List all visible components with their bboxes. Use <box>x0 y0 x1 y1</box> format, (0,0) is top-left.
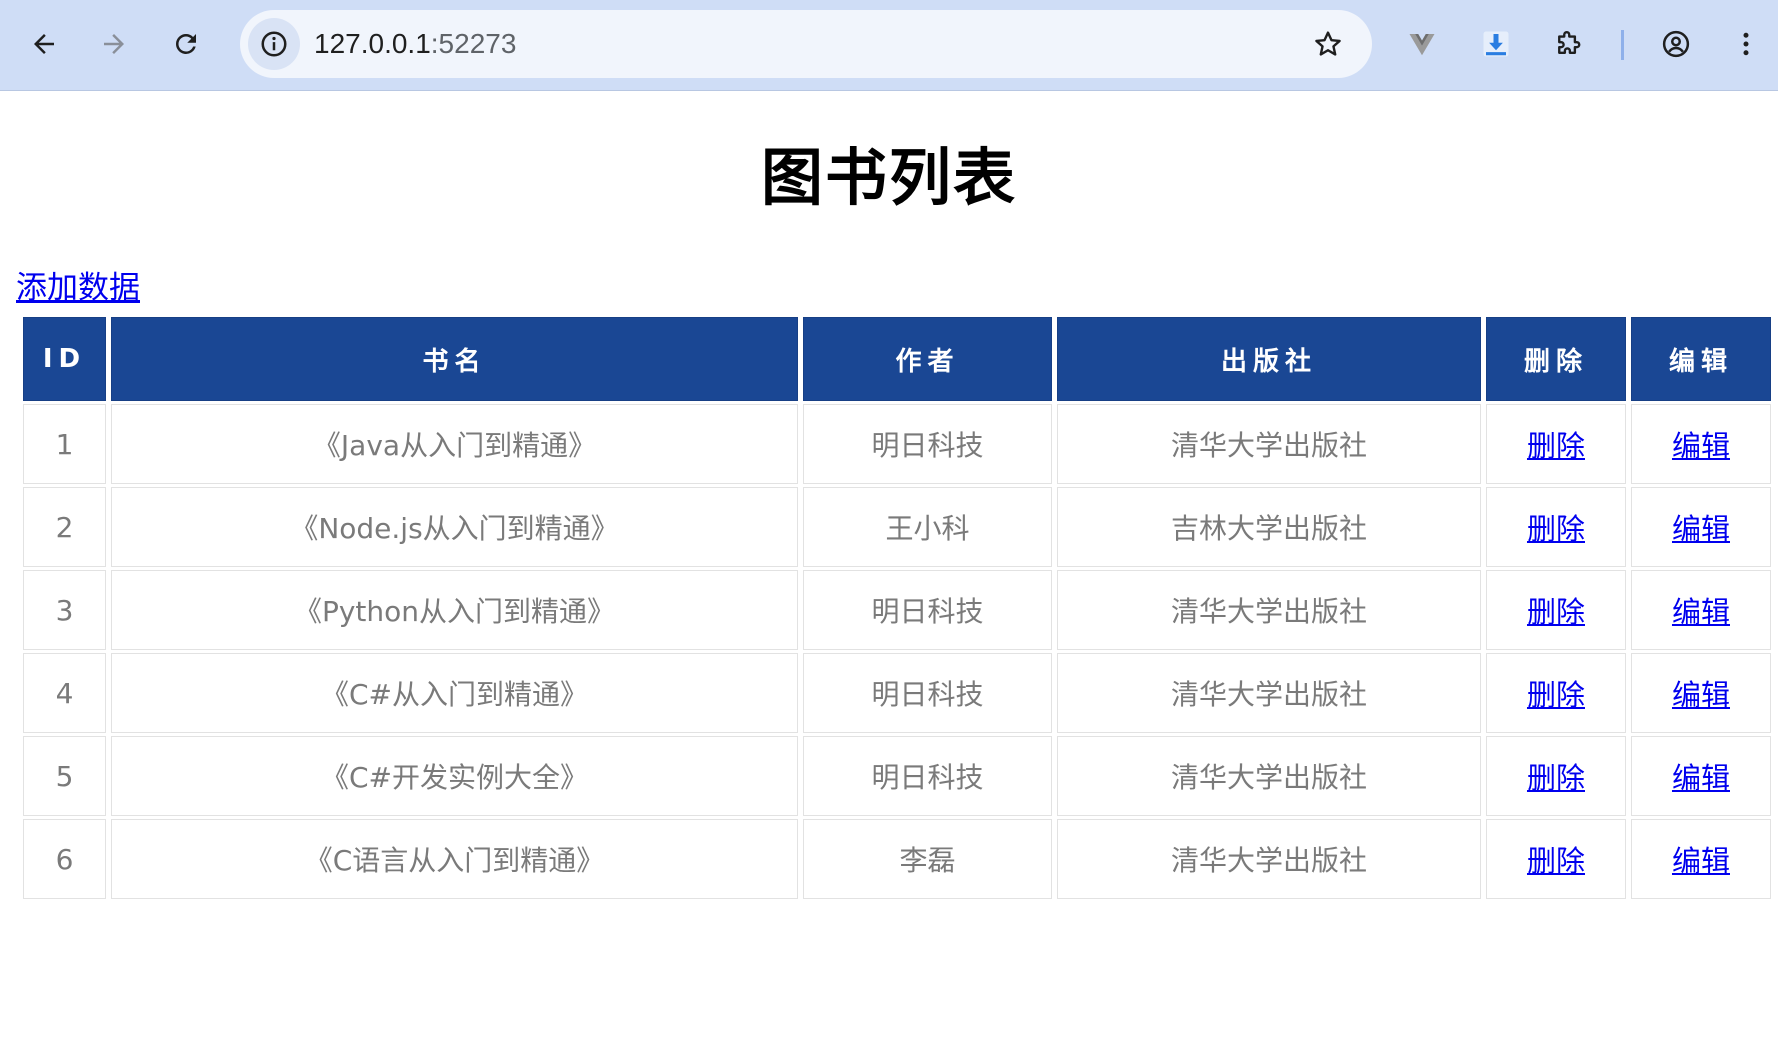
url-text: 127.0.0.1:52273 <box>314 27 516 61</box>
delete-link[interactable]: 删除 <box>1527 844 1585 878</box>
profile-icon <box>1662 30 1690 58</box>
site-info-button[interactable] <box>248 18 300 70</box>
table-row: 1 《Java从入门到精通》 明日科技 清华大学出版社 删除 编辑 <box>23 404 1771 484</box>
edit-link[interactable]: 编辑 <box>1672 512 1730 546</box>
menu-dots-icon <box>1743 32 1749 56</box>
table-row: 2 《Node.js从入门到精通》 王小科 吉林大学出版社 删除 编辑 <box>23 487 1771 567</box>
edit-link[interactable]: 编辑 <box>1672 761 1730 795</box>
back-arrow-icon <box>34 34 54 54</box>
cell-book-name: 《C#从入门到精通》 <box>111 653 798 733</box>
profile-button[interactable] <box>1654 22 1698 66</box>
cell-publisher: 清华大学出版社 <box>1057 404 1481 484</box>
delete-link[interactable]: 删除 <box>1527 429 1585 463</box>
vue-devtools-button[interactable] <box>1400 22 1444 66</box>
cell-publisher: 清华大学出版社 <box>1057 653 1481 733</box>
cell-publisher: 吉林大学出版社 <box>1057 487 1481 567</box>
header-book-name: 书名 <box>111 317 798 401</box>
page-title: 图书列表 <box>760 141 1017 214</box>
cell-author: 李磊 <box>803 819 1052 899</box>
url-port: :52273 <box>430 28 517 59</box>
cell-book-name: 《C#开发实例大全》 <box>111 736 798 816</box>
cell-delete: 删除 <box>1486 404 1626 484</box>
url-host: 127.0.0.1 <box>314 28 431 59</box>
book-table: ID 书名 作者 出版社 删除 编辑 1 《Java从入门到精通》 明日科技 清… <box>18 314 1776 902</box>
cell-edit: 编辑 <box>1631 736 1771 816</box>
cell-author: 王小科 <box>803 487 1052 567</box>
cell-publisher: 清华大学出版社 <box>1057 736 1481 816</box>
browser-menu-button[interactable] <box>1726 22 1766 66</box>
back-button[interactable] <box>22 22 66 66</box>
header-publisher: 出版社 <box>1057 317 1481 401</box>
download-icon <box>1483 31 1509 57</box>
reload-icon <box>176 34 196 54</box>
edit-link[interactable]: 编辑 <box>1672 429 1730 463</box>
cell-author: 明日科技 <box>803 736 1052 816</box>
header-edit: 编辑 <box>1631 317 1771 401</box>
cell-publisher: 清华大学出版社 <box>1057 570 1481 650</box>
address-bar[interactable]: 127.0.0.1:52273 <box>240 10 1372 78</box>
cell-id: 4 <box>23 653 106 733</box>
cell-id: 5 <box>23 736 106 816</box>
forward-arrow-icon <box>104 34 124 54</box>
table-row: 5 《C#开发实例大全》 明日科技 清华大学出版社 删除 编辑 <box>23 736 1771 816</box>
header-author: 作者 <box>803 317 1052 401</box>
cell-delete: 删除 <box>1486 653 1626 733</box>
browser-toolbar: 127.0.0.1:52273 <box>0 0 1778 91</box>
toolbar-divider <box>1621 30 1624 60</box>
extensions-icon <box>1558 30 1581 54</box>
cell-delete: 删除 <box>1486 570 1626 650</box>
edit-link[interactable]: 编辑 <box>1672 844 1730 878</box>
vue-devtools-icon <box>1409 34 1435 56</box>
forward-button[interactable] <box>92 22 136 66</box>
delete-link[interactable]: 删除 <box>1527 512 1585 546</box>
add-data-link[interactable]: 添加数据 <box>16 268 140 308</box>
cell-delete: 删除 <box>1486 819 1626 899</box>
cell-id: 3 <box>23 570 106 650</box>
table-row: 6 《C语言从入门到精通》 李磊 清华大学出版社 删除 编辑 <box>23 819 1771 899</box>
cell-edit: 编辑 <box>1631 653 1771 733</box>
table-row: 4 《C#从入门到精通》 明日科技 清华大学出版社 删除 编辑 <box>23 653 1771 733</box>
site-info-icon <box>261 31 287 57</box>
cell-id: 1 <box>23 404 106 484</box>
reload-button[interactable] <box>164 22 208 66</box>
download-extension-button[interactable] <box>1474 22 1518 66</box>
cell-author: 明日科技 <box>803 653 1052 733</box>
cell-publisher: 清华大学出版社 <box>1057 819 1481 899</box>
header-id: ID <box>23 317 106 401</box>
cell-delete: 删除 <box>1486 487 1626 567</box>
bookmark-star-icon[interactable] <box>1312 28 1344 60</box>
cell-edit: 编辑 <box>1631 819 1771 899</box>
table-row: 3 《Python从入门到精通》 明日科技 清华大学出版社 删除 编辑 <box>23 570 1771 650</box>
cell-book-name: 《Python从入门到精通》 <box>111 570 798 650</box>
delete-link[interactable]: 删除 <box>1527 595 1585 629</box>
cell-book-name: 《Node.js从入门到精通》 <box>111 487 798 567</box>
edit-link[interactable]: 编辑 <box>1672 678 1730 712</box>
cell-delete: 删除 <box>1486 736 1626 816</box>
delete-link[interactable]: 删除 <box>1527 678 1585 712</box>
cell-book-name: 《C语言从入门到精通》 <box>111 819 798 899</box>
header-delete: 删除 <box>1486 317 1626 401</box>
extensions-button[interactable] <box>1546 22 1590 66</box>
cell-book-name: 《Java从入门到精通》 <box>111 404 798 484</box>
cell-edit: 编辑 <box>1631 487 1771 567</box>
cell-edit: 编辑 <box>1631 570 1771 650</box>
cell-author: 明日科技 <box>803 404 1052 484</box>
delete-link[interactable]: 删除 <box>1527 761 1585 795</box>
cell-edit: 编辑 <box>1631 404 1771 484</box>
cell-id: 2 <box>23 487 106 567</box>
cell-author: 明日科技 <box>803 570 1052 650</box>
edit-link[interactable]: 编辑 <box>1672 595 1730 629</box>
table-header-row: ID 书名 作者 出版社 删除 编辑 <box>23 317 1771 401</box>
cell-id: 6 <box>23 819 106 899</box>
